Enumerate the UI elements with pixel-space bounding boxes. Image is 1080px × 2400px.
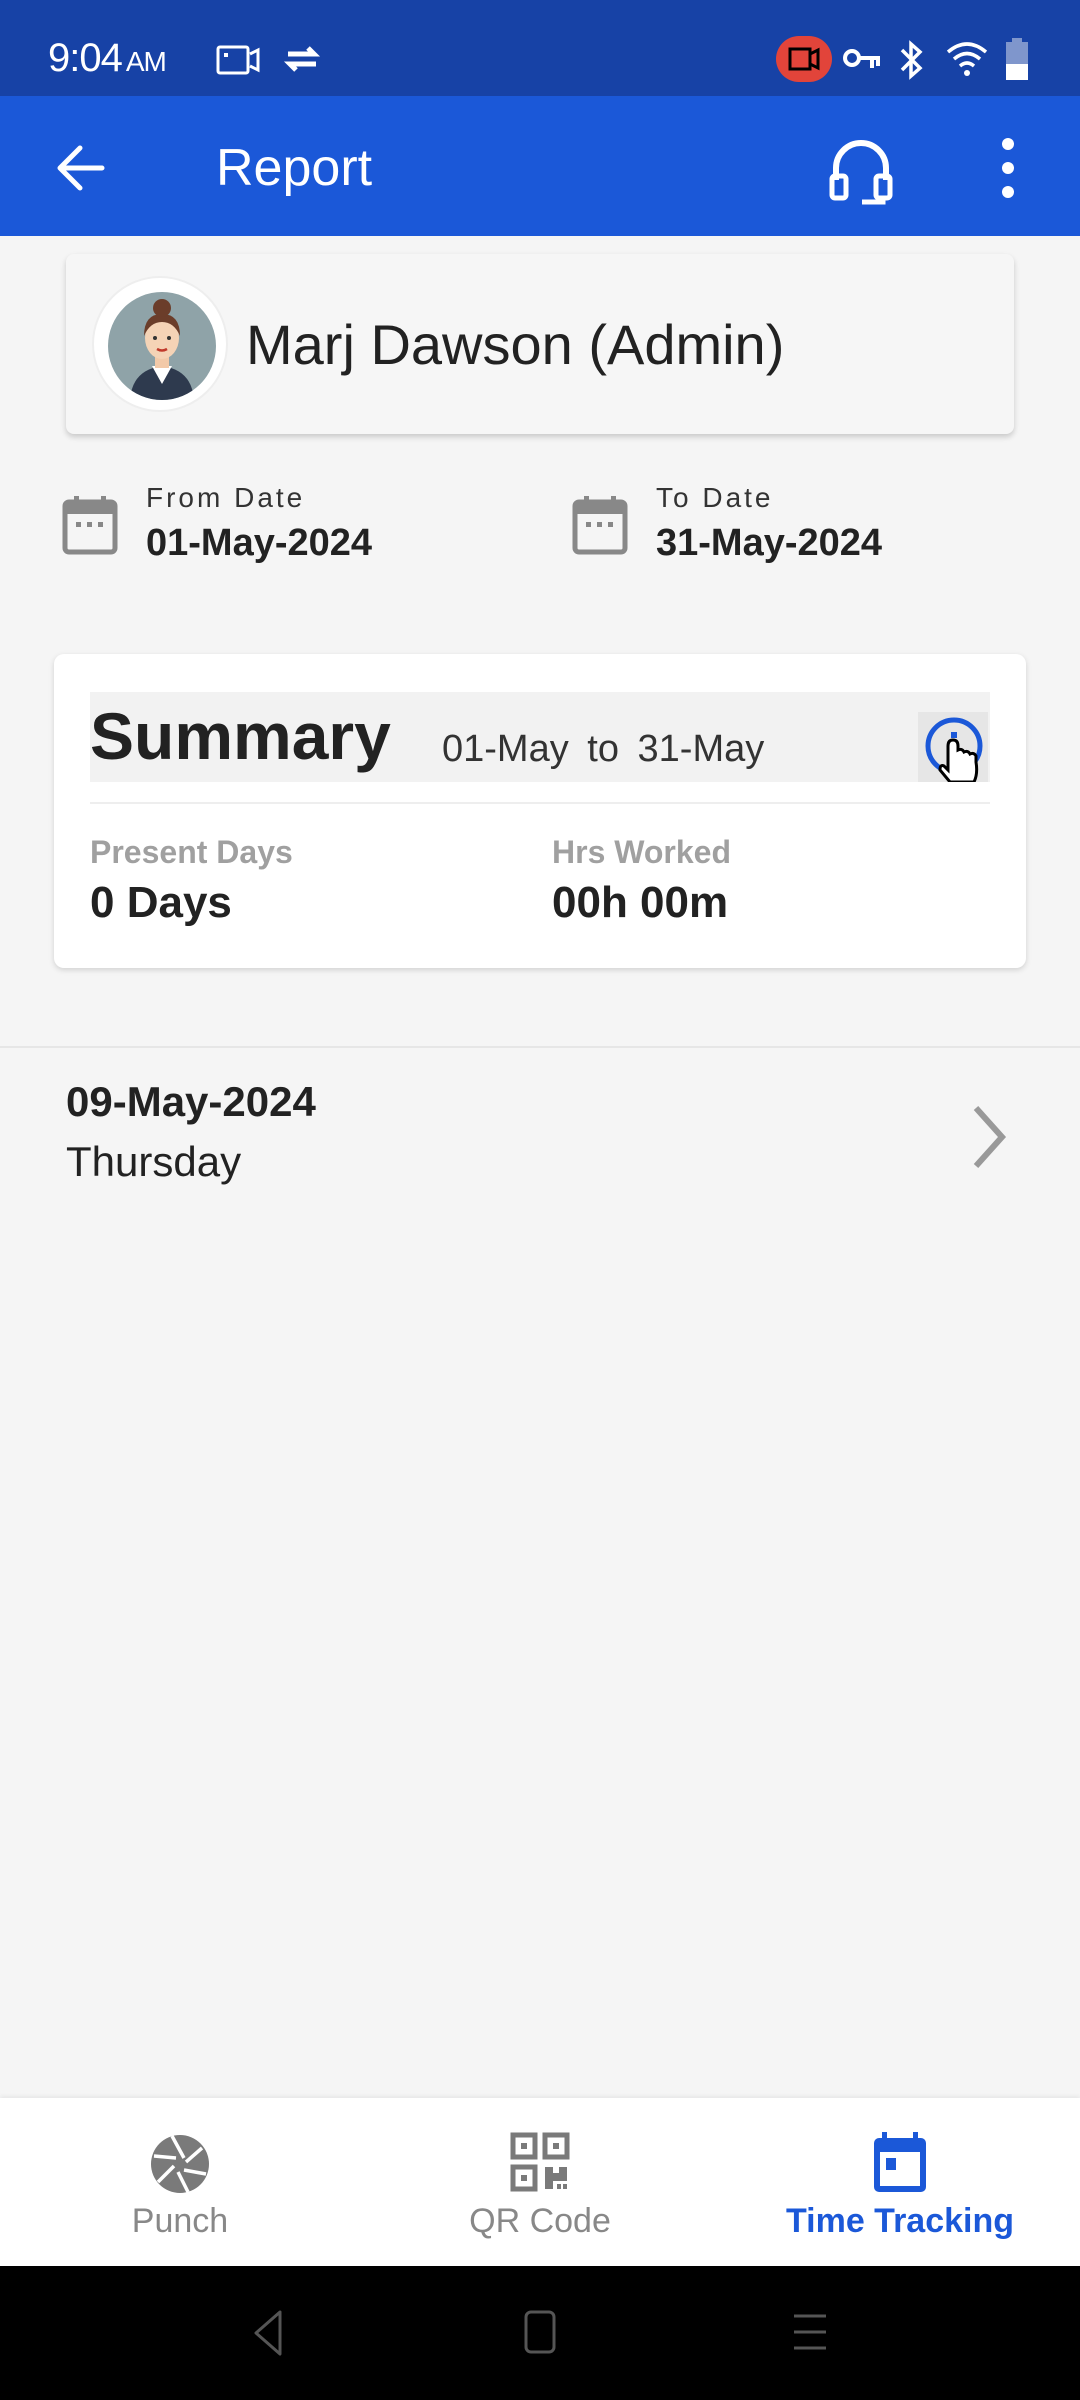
from-date-picker[interactable]: From Date 01-May-2024 xyxy=(62,480,482,580)
calendar-icon xyxy=(62,496,118,555)
nav-label: QR Code xyxy=(469,2202,611,2240)
present-days-label: Present Days xyxy=(90,834,293,870)
nav-label: Time Tracking xyxy=(785,2202,1015,2240)
profile-name: Marj Dawson (Admin) xyxy=(246,313,785,376)
info-icon xyxy=(925,717,983,784)
shutter-icon xyxy=(151,2135,209,2193)
summary-divider xyxy=(90,802,990,804)
to-date-value: 31-May-2024 xyxy=(656,522,883,564)
chevron-right-icon xyxy=(973,1105,1007,1169)
profile-card[interactable]: Marj Dawson (Admin) xyxy=(66,254,1014,434)
nav-label: Punch xyxy=(131,2202,229,2240)
present-days-value: 0 Days xyxy=(90,878,232,927)
info-button[interactable] xyxy=(918,712,988,784)
calendar-icon xyxy=(874,2132,926,2192)
nav-item-time-tracking[interactable]: Time Tracking xyxy=(720,2098,1080,2266)
vpn-key-icon xyxy=(843,49,880,68)
summary-card: Summary 01-May to 31-May Present Days 0 … xyxy=(54,654,1026,968)
hrs-worked-value: 00h 00m xyxy=(552,878,729,927)
nav-item-qr-code[interactable]: QR Code xyxy=(360,2098,720,2266)
screen-record-icon xyxy=(216,45,260,75)
bluetooth-icon xyxy=(900,40,923,80)
more-vertical-icon[interactable] xyxy=(990,136,1026,200)
system-nav-bar xyxy=(0,2266,1080,2400)
hrs-worked-label: Hrs Worked xyxy=(552,834,732,870)
recording-indicator-icon xyxy=(776,36,832,82)
clock-time: 9:04 xyxy=(48,36,123,80)
status-time: 9:04 AM xyxy=(48,36,167,81)
from-date-value: 01-May-2024 xyxy=(146,522,373,564)
list-item[interactable]: 09-May-2024 Thursday xyxy=(0,1048,1080,1218)
qr-code-icon xyxy=(510,2132,570,2192)
to-date-picker[interactable]: To Date 31-May-2024 xyxy=(572,480,992,580)
user-avatar-icon xyxy=(130,299,194,400)
headset-icon[interactable] xyxy=(826,136,896,206)
app-bar: Report xyxy=(0,96,1080,236)
avatar xyxy=(92,276,228,412)
page-title: Report xyxy=(216,139,373,197)
system-back-icon[interactable] xyxy=(238,2306,298,2360)
calendar-icon xyxy=(572,496,628,555)
day-date: 09-May-2024 xyxy=(66,1078,316,1125)
bottom-nav: Punch QR Code Time Tracking xyxy=(0,2098,1080,2266)
to-date-label: To Date xyxy=(656,482,774,513)
nav-item-punch[interactable]: Punch xyxy=(0,2098,360,2266)
battery-icon xyxy=(1006,38,1028,80)
back-button[interactable] xyxy=(52,138,112,198)
system-home-icon[interactable] xyxy=(510,2306,570,2360)
pointer-cursor-icon xyxy=(938,738,979,784)
summary-title: Summary xyxy=(90,699,391,773)
sync-icon xyxy=(283,46,321,72)
summary-range: 01-May to 31-May xyxy=(442,728,765,770)
wifi-icon xyxy=(946,42,988,76)
system-recents-icon[interactable] xyxy=(780,2306,840,2360)
status-bar: 9:04 AM xyxy=(0,0,1080,96)
day-weekday: Thursday xyxy=(66,1138,242,1185)
clock-ampm: AM xyxy=(125,46,167,77)
from-date-label: From Date xyxy=(146,482,306,513)
